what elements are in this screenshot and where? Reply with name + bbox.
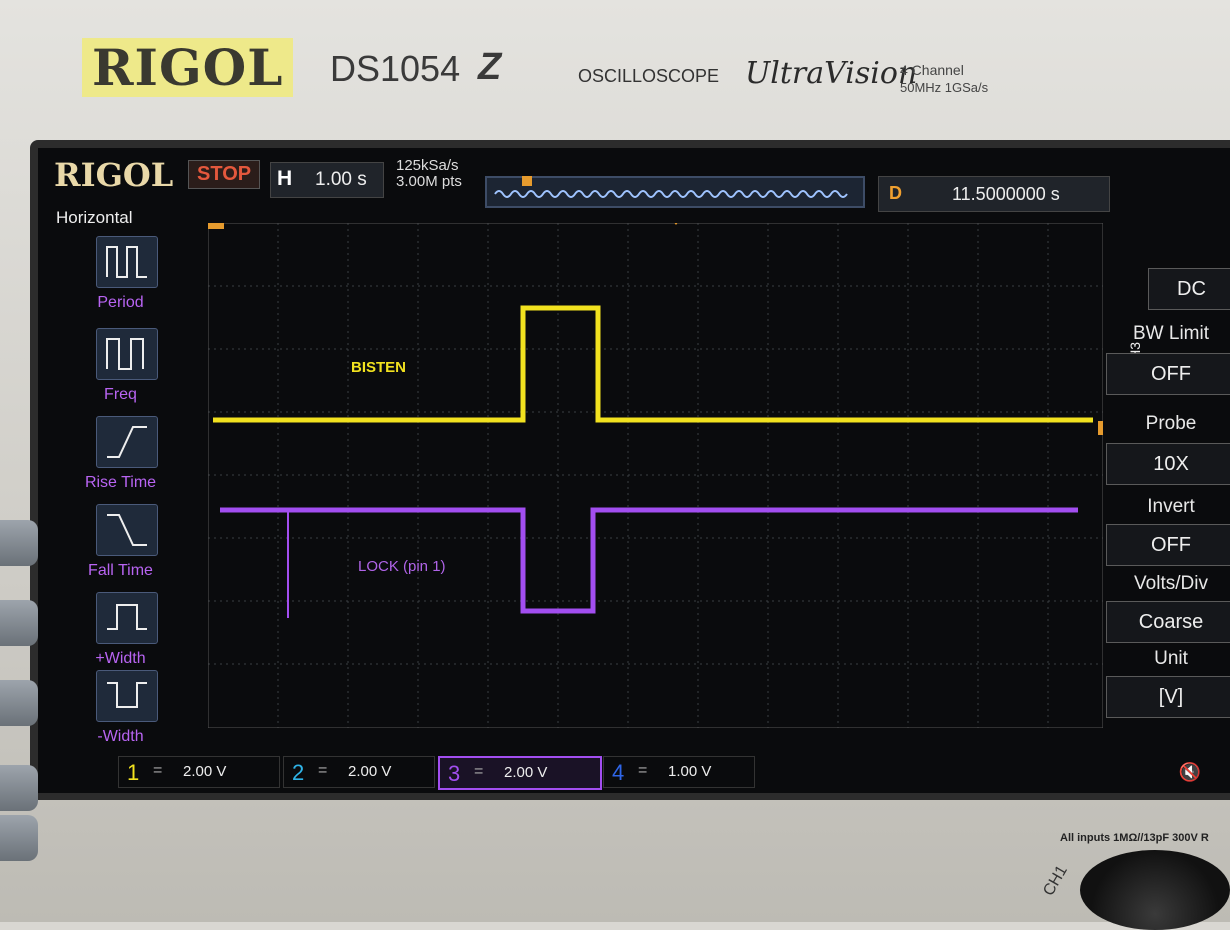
menu-item-freq[interactable]: Freq xyxy=(48,328,198,408)
screen-logo: RIGOL xyxy=(54,156,174,194)
brand-strip: RIGOL DS1054 Z OSCILLOSCOPE UltraVision … xyxy=(60,18,1230,118)
menu-item-rise-time[interactable]: Rise Time xyxy=(48,416,198,496)
rise-time-icon xyxy=(96,416,158,468)
series-logo: UltraVision xyxy=(745,56,918,91)
side-button[interactable] xyxy=(0,815,38,861)
neg-width-icon xyxy=(96,670,158,722)
ch1-input-connector xyxy=(1080,850,1230,930)
side-button[interactable] xyxy=(0,600,38,646)
channel-4-status[interactable]: 4 = 1.00 V xyxy=(603,756,755,788)
coupling-icon: = xyxy=(153,762,163,779)
channel-scale: 2.00 V xyxy=(183,763,227,780)
menu-item-pos-width[interactable]: +Width xyxy=(48,592,198,672)
ch1-trace-label: BISTEN xyxy=(351,359,407,376)
channel-2-status[interactable]: 2 = 2.00 V xyxy=(283,756,435,788)
fall-time-icon xyxy=(96,504,158,556)
device-type: OSCILLOSCOPE xyxy=(578,66,720,86)
probe-value: 10X xyxy=(1106,443,1230,485)
memory-waveform-icon xyxy=(494,190,848,198)
waveform-grid xyxy=(208,223,1103,728)
menu-item-period[interactable]: Period xyxy=(48,236,198,316)
channel-number: 3 xyxy=(448,761,461,786)
bw-limit-title: BW Limit xyxy=(1133,323,1209,344)
channel-scale: 2.00 V xyxy=(504,764,548,781)
delay-value: 11.5000000 s xyxy=(952,184,1060,204)
timebase-label: H xyxy=(277,167,293,190)
memory-overview xyxy=(485,176,865,208)
side-button[interactable] xyxy=(0,520,38,566)
side-button[interactable] xyxy=(0,680,38,726)
side-button-column xyxy=(0,520,40,861)
menu-item-fall-time[interactable]: Fall Time xyxy=(48,504,198,584)
pos-width-icon xyxy=(96,592,158,644)
ch3-trace-label: LOCK (pin 1) xyxy=(358,558,446,575)
channel-scale: 1.00 V xyxy=(668,763,712,780)
spec-bandwidth: 50MHz 1GSa/s xyxy=(900,80,989,95)
bw-limit-value: OFF xyxy=(1106,353,1230,395)
status-bar: RIGOL STOP H 1.00 s 125kSa/s 3.00M pts D… xyxy=(38,148,1230,212)
run-state-badge: STOP xyxy=(188,160,261,189)
menu-title: Horizontal xyxy=(56,208,133,227)
speaker-mute-icon: 🔇 xyxy=(1178,762,1201,782)
ch1-trace xyxy=(213,305,1093,423)
acquisition-info: 125kSa/s 3.00M pts xyxy=(396,158,462,190)
channel-number: 4 xyxy=(612,760,625,785)
volts-div-title: Volts/Div xyxy=(1134,573,1208,594)
channel-scale: 2.00 V xyxy=(348,763,392,780)
menu-item-neg-width[interactable]: -Width xyxy=(48,670,198,750)
coupling-icon: = xyxy=(318,762,328,779)
timebase-value: 1.00 s xyxy=(315,169,367,190)
menu-item-label: +Width xyxy=(95,650,146,667)
input-rating-label: All inputs 1MΩ//13pF 300V R xyxy=(1060,832,1209,844)
menu-item-label: Rise Time xyxy=(84,474,157,491)
menu-item-label: -Width xyxy=(97,728,144,745)
model-suffix: Z xyxy=(478,46,502,88)
trigger-level-marker xyxy=(1098,421,1103,435)
channel-number: 2 xyxy=(292,760,305,785)
freq-icon xyxy=(96,328,158,380)
trigger-position-marker xyxy=(208,223,224,229)
menu-item-label: Freq xyxy=(104,386,137,403)
timebase-box: H 1.00 s xyxy=(270,162,384,198)
side-button[interactable] xyxy=(0,765,38,811)
memory-depth: 3.00M pts xyxy=(396,173,462,190)
channel-menu: CH3 DC BW Limit OFF Probe 10X Invert OFF… xyxy=(1106,208,1230,748)
delay-label: D xyxy=(889,183,902,203)
menu-item-label: Period xyxy=(97,294,144,311)
volts-div-value: Coarse xyxy=(1106,601,1230,643)
menu-item-label: Fall Time xyxy=(88,562,153,579)
horizontal-menu: Horizontal Period Freq Rise Time Fall Ti… xyxy=(38,208,198,748)
coupling-icon: = xyxy=(638,762,648,779)
invert-title: Invert xyxy=(1147,496,1195,517)
grid-lines xyxy=(208,223,1103,728)
period-icon xyxy=(96,236,158,288)
spec-channels: 4 Channel xyxy=(900,62,964,78)
brand-logo: RIGOL xyxy=(82,38,294,97)
coupling-value[interactable]: DC xyxy=(1148,268,1230,310)
channel-1-status[interactable]: 1 = 2.00 V xyxy=(118,756,280,788)
probe-title: Probe xyxy=(1145,413,1197,434)
grid-border xyxy=(208,223,1103,728)
unit-title: Unit xyxy=(1154,648,1188,669)
ch3-trace xyxy=(220,507,1078,614)
channel-number: 1 xyxy=(127,760,140,785)
sample-rate: 125kSa/s xyxy=(396,157,459,174)
unit-value: [V] xyxy=(1106,676,1230,718)
invert-value: OFF xyxy=(1106,524,1230,566)
delay-box: D 11.5000000 s xyxy=(878,176,1110,212)
channel-status-bar: 1 = 2.00 V 2 = 2.00 V 3 = 2.00 V 4 = 1.0… xyxy=(38,748,1230,793)
model-number: DS1054 xyxy=(330,48,461,89)
coupling-icon: = xyxy=(474,763,484,780)
oscilloscope-screen: RIGOL STOP H 1.00 s 125kSa/s 3.00M pts D… xyxy=(38,148,1230,793)
channel-3-status[interactable]: 3 = 2.00 V xyxy=(438,756,602,790)
